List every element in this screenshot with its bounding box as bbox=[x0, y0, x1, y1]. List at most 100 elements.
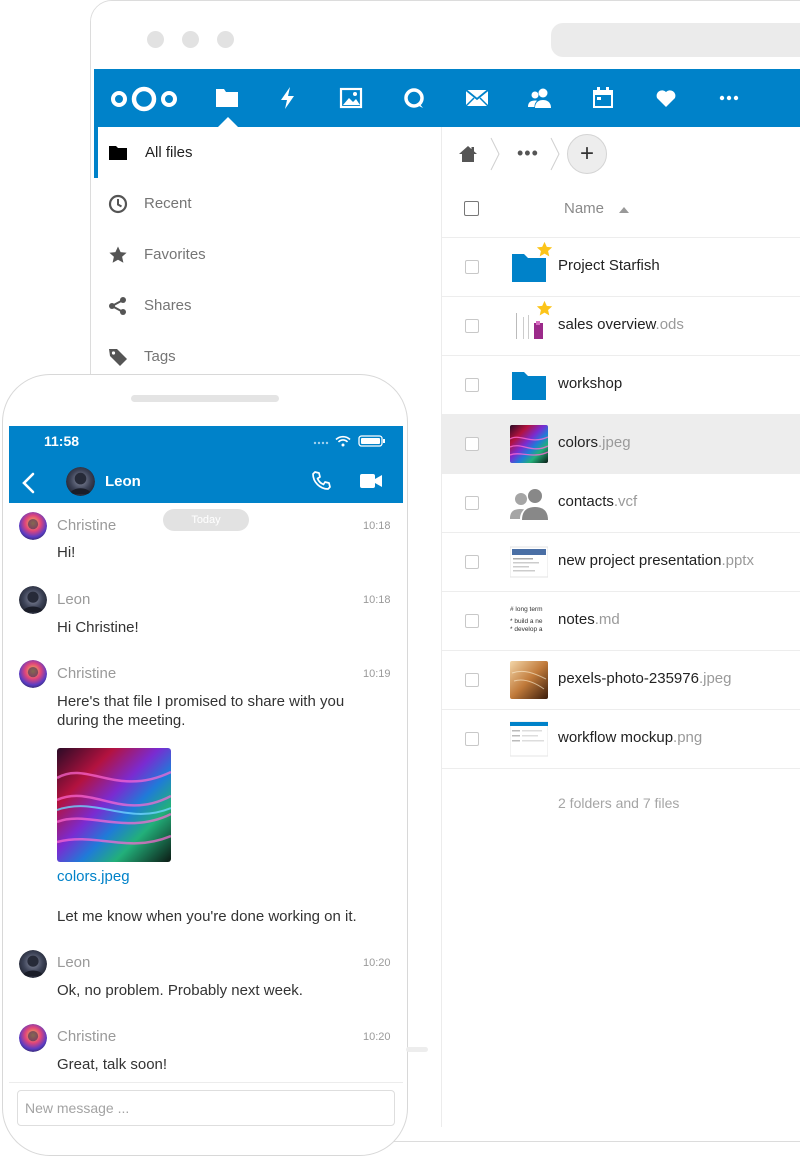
sidebar-item-recent[interactable]: Recent bbox=[94, 178, 441, 229]
mail-icon[interactable] bbox=[465, 86, 489, 110]
file-row-workshop[interactable]: workshop bbox=[442, 356, 800, 415]
star-icon bbox=[108, 245, 128, 265]
name-column-header[interactable]: Name bbox=[564, 200, 604, 217]
sidebar-item-label: All files bbox=[145, 144, 193, 161]
select-all-checkbox[interactable] bbox=[464, 201, 479, 216]
favorite-star-icon[interactable] bbox=[536, 241, 553, 258]
talk-icon[interactable] bbox=[402, 86, 426, 110]
avatar[interactable] bbox=[19, 660, 47, 688]
file-list-header: Name bbox=[442, 181, 800, 238]
file-checkbox[interactable] bbox=[465, 614, 479, 628]
browser-titlebar bbox=[91, 1, 800, 69]
back-arrow-icon[interactable] bbox=[21, 472, 35, 494]
address-bar[interactable] bbox=[551, 23, 800, 57]
status-bar-icons bbox=[313, 435, 385, 447]
file-checkbox[interactable] bbox=[465, 496, 479, 510]
file-name[interactable]: notes.md bbox=[558, 611, 620, 628]
window-maximize-dot[interactable] bbox=[217, 31, 234, 48]
share-icon bbox=[108, 296, 128, 316]
sort-ascending-icon[interactable] bbox=[619, 207, 629, 213]
file-name[interactable]: workflow mockup.png bbox=[558, 729, 702, 746]
file-name[interactable]: contacts.vcf bbox=[558, 493, 637, 510]
phone-frame: 11:58 Leon Today Christine 10:18 Hi! Leo… bbox=[2, 374, 408, 1156]
avatar[interactable] bbox=[19, 950, 47, 978]
text-file-thumbnail: # long term * build a ne * develop a bbox=[510, 602, 548, 640]
file-name[interactable]: new project presentation.pptx bbox=[558, 552, 754, 569]
message-text: Let me know when you're done working on … bbox=[57, 908, 357, 925]
breadcrumb-separator-icon bbox=[550, 137, 560, 171]
file-row-colors[interactable]: colors.jpeg bbox=[442, 415, 800, 474]
file-checkbox[interactable] bbox=[465, 555, 479, 569]
favorite-star-icon[interactable] bbox=[536, 300, 553, 317]
sidebar-item-label: Favorites bbox=[144, 246, 206, 263]
files-icon[interactable] bbox=[215, 86, 239, 110]
file-row-new-project-presentation[interactable]: new project presentation.pptx bbox=[442, 533, 800, 592]
message-text: Great, talk soon! bbox=[57, 1056, 168, 1073]
breadcrumb-separator-icon bbox=[490, 137, 500, 171]
message-author: Leon bbox=[57, 591, 91, 608]
file-checkbox[interactable] bbox=[465, 732, 479, 746]
home-icon[interactable] bbox=[458, 144, 478, 164]
video-call-icon[interactable] bbox=[359, 472, 383, 490]
nextcloud-logo[interactable] bbox=[108, 86, 180, 112]
message-time: 10:20 bbox=[363, 957, 391, 969]
chat-header: 11:58 Leon bbox=[9, 426, 403, 503]
gallery-icon[interactable] bbox=[339, 86, 363, 110]
message-composer bbox=[9, 1082, 403, 1155]
message-time: 10:18 bbox=[363, 594, 391, 606]
activity-icon[interactable] bbox=[276, 86, 300, 110]
favorites-icon[interactable] bbox=[654, 86, 678, 110]
folder-icon bbox=[512, 372, 546, 400]
file-row-workflow-mockup[interactable]: workflow mockup.png bbox=[442, 710, 800, 769]
notes-preview-line: * develop a bbox=[510, 626, 543, 633]
message-text: Here's that file I promised to share wit… bbox=[57, 693, 345, 729]
sidebar-item-all-files[interactable]: All files bbox=[94, 127, 445, 178]
avatar[interactable] bbox=[19, 512, 47, 540]
avatar[interactable] bbox=[19, 586, 47, 614]
more-apps-icon[interactable] bbox=[717, 86, 741, 110]
file-name[interactable]: workshop bbox=[558, 375, 622, 392]
file-checkbox[interactable] bbox=[465, 260, 479, 274]
scrollbar[interactable] bbox=[406, 1047, 428, 1052]
phone-speaker bbox=[131, 395, 279, 402]
new-message-input[interactable] bbox=[17, 1090, 395, 1126]
calendar-icon[interactable] bbox=[591, 86, 615, 110]
shared-file-link[interactable]: colors.jpeg bbox=[57, 868, 130, 885]
window-close-dot[interactable] bbox=[147, 31, 164, 48]
file-row-pexels-photo[interactable]: pexels-photo-235976.jpeg bbox=[442, 651, 800, 710]
plus-icon: + bbox=[579, 140, 594, 167]
sidebar-item-label: Shares bbox=[144, 297, 192, 314]
phone-call-icon[interactable] bbox=[311, 471, 331, 491]
file-checkbox[interactable] bbox=[465, 319, 479, 333]
new-file-button[interactable]: + bbox=[567, 134, 607, 174]
message-author: Christine bbox=[57, 665, 117, 682]
clock-icon bbox=[108, 194, 128, 214]
file-checkbox[interactable] bbox=[465, 437, 479, 451]
file-checkbox[interactable] bbox=[465, 673, 479, 687]
message-time: 10:20 bbox=[363, 1031, 391, 1043]
file-name[interactable]: sales overview.ods bbox=[558, 316, 684, 333]
chat-contact-name[interactable]: Leon bbox=[105, 473, 141, 490]
file-name[interactable]: colors.jpeg bbox=[558, 434, 631, 451]
breadcrumb-more-button[interactable]: ••• bbox=[517, 144, 539, 162]
message-text: Hi! bbox=[57, 544, 76, 561]
file-row-notes[interactable]: # long term * build a ne * develop a not… bbox=[442, 592, 800, 651]
avatar[interactable] bbox=[66, 467, 95, 496]
file-count-summary: 2 folders and 7 files bbox=[558, 795, 680, 811]
file-row-project-starfish[interactable]: Project Starfish bbox=[442, 238, 800, 297]
message-time: 10:18 bbox=[363, 520, 391, 532]
file-row-sales-overview[interactable]: sales overview.ods bbox=[442, 297, 800, 356]
shared-image-preview[interactable] bbox=[57, 748, 171, 862]
file-name[interactable]: pexels-photo-235976.jpeg bbox=[558, 670, 731, 687]
file-name[interactable]: Project Starfish bbox=[558, 257, 660, 274]
sidebar-item-favorites[interactable]: Favorites bbox=[94, 229, 441, 280]
file-checkbox[interactable] bbox=[465, 378, 479, 392]
window-minimize-dot[interactable] bbox=[182, 31, 199, 48]
app-header bbox=[94, 69, 800, 128]
sidebar-item-shares[interactable]: Shares bbox=[94, 280, 441, 331]
notes-preview-line: * build a ne bbox=[510, 618, 543, 625]
avatar[interactable] bbox=[19, 1024, 47, 1052]
folder-icon bbox=[108, 143, 128, 163]
file-row-contacts[interactable]: contacts.vcf bbox=[442, 474, 800, 533]
contacts-icon[interactable] bbox=[528, 86, 552, 110]
